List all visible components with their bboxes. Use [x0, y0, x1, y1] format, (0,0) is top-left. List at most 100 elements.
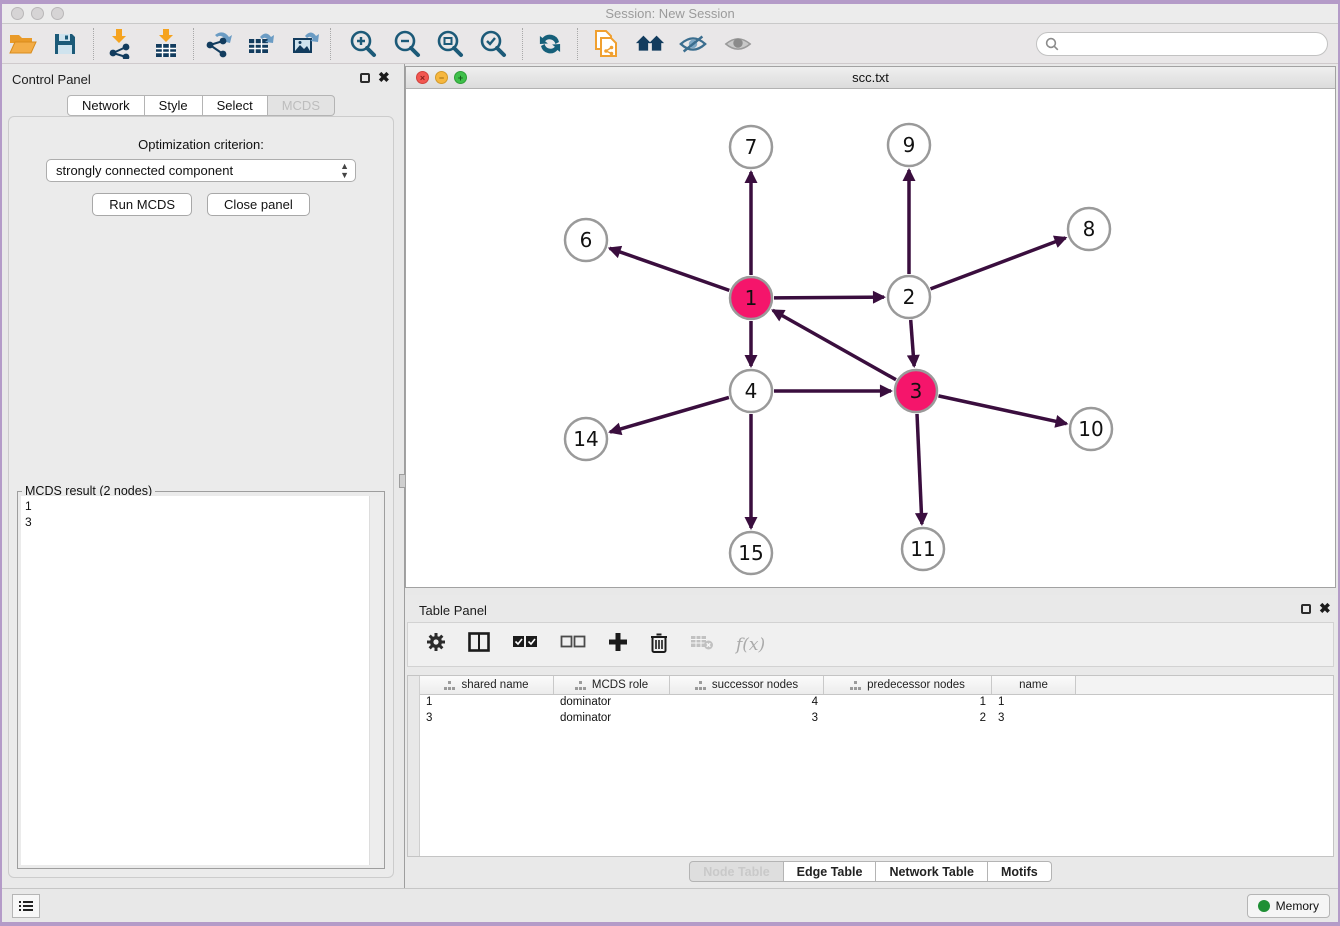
control-panel-title: Control Panel: [12, 72, 91, 87]
toolbar-separator: [93, 28, 94, 60]
mcds-result-text[interactable]: 1 3: [21, 496, 369, 865]
save-session-icon[interactable]: [50, 29, 80, 59]
clone-network-icon[interactable]: [591, 29, 621, 59]
zoom-selected-icon[interactable]: [478, 29, 508, 59]
table-cell[interactable]: 4: [670, 695, 824, 711]
table-cell[interactable]: dominator: [554, 695, 670, 711]
graph-node-label: 10: [1078, 417, 1103, 441]
criterion-value: strongly connected component: [56, 163, 233, 178]
dropdown-stepper-icon: ▲▼: [340, 162, 349, 180]
tab-motifs[interactable]: Motifs: [988, 861, 1052, 882]
table-cell[interactable]: 3: [670, 711, 824, 727]
zoom-in-icon[interactable]: [348, 29, 378, 59]
table-header-row: shared nameMCDS rolesuccessor nodesprede…: [420, 676, 1333, 695]
column-header[interactable]: predecessor nodes: [824, 676, 992, 694]
delete-column-trash-icon[interactable]: [650, 632, 668, 658]
home-layout-icon[interactable]: [635, 29, 665, 59]
show-columns-icon[interactable]: [468, 632, 490, 657]
add-column-icon[interactable]: [608, 632, 628, 657]
tree-hierarchy-icon: [444, 681, 455, 690]
network-view-window: × − + scc.txt 7968124314101511: [405, 66, 1336, 588]
task-history-button[interactable]: [12, 894, 40, 918]
table-settings-gear-icon[interactable]: [426, 632, 446, 657]
table-close-panel-icon[interactable]: ✖: [1319, 600, 1331, 617]
toolbar-separator: [577, 28, 578, 60]
table-cell[interactable]: 3: [992, 711, 1076, 727]
graph-edge-3-10[interactable]: [938, 396, 1066, 424]
close-panel-button[interactable]: Close panel: [207, 193, 310, 216]
list-icon: [19, 901, 33, 912]
node-table[interactable]: shared nameMCDS rolesuccessor nodesprede…: [407, 675, 1334, 857]
graph-edge-3-1[interactable]: [773, 310, 896, 379]
zoom-out-icon[interactable]: [392, 29, 422, 59]
function-builder-icon[interactable]: f(x): [736, 635, 765, 655]
graph-node-label: 7: [745, 135, 758, 159]
table-cell[interactable]: 1: [824, 695, 992, 711]
table-panel-title: Table Panel: [419, 603, 487, 618]
graph-edge-2-8[interactable]: [931, 238, 1066, 289]
table-row[interactable]: 1dominator411: [420, 695, 1333, 711]
delete-table-icon[interactable]: [690, 634, 714, 655]
export-network-icon[interactable]: [204, 29, 234, 59]
import-table-icon[interactable]: [151, 29, 181, 59]
toolbar-separator: [522, 28, 523, 60]
window-title: Session: New Session: [2, 6, 1338, 21]
graph-node-label: 15: [738, 541, 763, 565]
unselect-all-columns-icon[interactable]: [560, 635, 586, 654]
tab-network[interactable]: Network: [67, 95, 145, 116]
graph-node-label: 6: [580, 228, 593, 252]
run-mcds-button[interactable]: Run MCDS: [92, 193, 192, 216]
tab-edge-table[interactable]: Edge Table: [784, 861, 877, 882]
column-header[interactable]: MCDS role: [554, 676, 670, 694]
graph-node-label: 11: [910, 537, 935, 561]
close-panel-icon[interactable]: ✖: [378, 69, 390, 86]
graph-edge-1-2[interactable]: [774, 297, 884, 298]
table-cell[interactable]: 1: [992, 695, 1076, 711]
control-panel-tabs: NetworkStyleSelectMCDS: [2, 95, 400, 116]
table-cell[interactable]: 3: [420, 711, 554, 727]
graph-edge-1-6[interactable]: [610, 248, 730, 290]
graph-edge-2-3[interactable]: [911, 320, 914, 366]
open-session-icon[interactable]: [8, 29, 38, 59]
graph-edge-3-11[interactable]: [917, 414, 922, 524]
memory-button[interactable]: Memory: [1247, 894, 1330, 918]
tab-node-table[interactable]: Node Table: [689, 861, 783, 882]
table-row[interactable]: 3dominator323: [420, 711, 1333, 727]
import-network-icon[interactable]: [105, 29, 135, 59]
tab-mcds[interactable]: MCDS: [268, 95, 335, 116]
network-canvas[interactable]: 7968124314101511: [406, 89, 1335, 587]
tab-style[interactable]: Style: [145, 95, 203, 116]
tree-hierarchy-icon: [695, 681, 706, 690]
export-table-icon[interactable]: [247, 29, 277, 59]
refresh-view-icon[interactable]: [535, 29, 565, 59]
search-field[interactable]: [1036, 32, 1328, 56]
column-header[interactable]: shared name: [420, 676, 554, 694]
hide-panel-eye-icon[interactable]: [678, 29, 708, 59]
network-graph[interactable]: 7968124314101511: [406, 89, 1335, 587]
table-cell[interactable]: dominator: [554, 711, 670, 727]
table-panel: Table Panel ✖ f(x) shared nameMCDS roles…: [405, 595, 1336, 886]
mcds-result-scrollbar[interactable]: [369, 496, 381, 865]
table-cell[interactable]: 2: [824, 711, 992, 727]
graph-node-label: 14: [573, 427, 598, 451]
control-panel: Control Panel ✖ NetworkStyleSelectMCDS O…: [2, 64, 400, 888]
tab-network-table[interactable]: Network Table: [876, 861, 988, 882]
toolbar-separator: [330, 28, 331, 60]
tab-select[interactable]: Select: [203, 95, 268, 116]
search-input[interactable]: [1064, 37, 1327, 52]
show-panel-eye-icon[interactable]: [723, 29, 753, 59]
table-cell[interactable]: 1: [420, 695, 554, 711]
float-panel-icon[interactable]: [360, 73, 370, 83]
network-titlebar[interactable]: × − + scc.txt: [406, 67, 1335, 89]
table-float-panel-icon[interactable]: [1301, 604, 1311, 614]
toolbar-separator: [193, 28, 194, 60]
graph-edge-4-14[interactable]: [610, 397, 729, 432]
column-header[interactable]: name: [992, 676, 1076, 694]
criterion-dropdown[interactable]: strongly connected component ▲▼: [46, 159, 356, 182]
select-all-columns-icon[interactable]: [512, 635, 538, 654]
table-row-gutter: [408, 676, 420, 856]
column-header[interactable]: successor nodes: [670, 676, 824, 694]
table-tabs: Node TableEdge TableNetwork TableMotifs: [405, 861, 1336, 882]
zoom-fit-icon[interactable]: [435, 29, 465, 59]
export-image-icon[interactable]: [291, 29, 321, 59]
